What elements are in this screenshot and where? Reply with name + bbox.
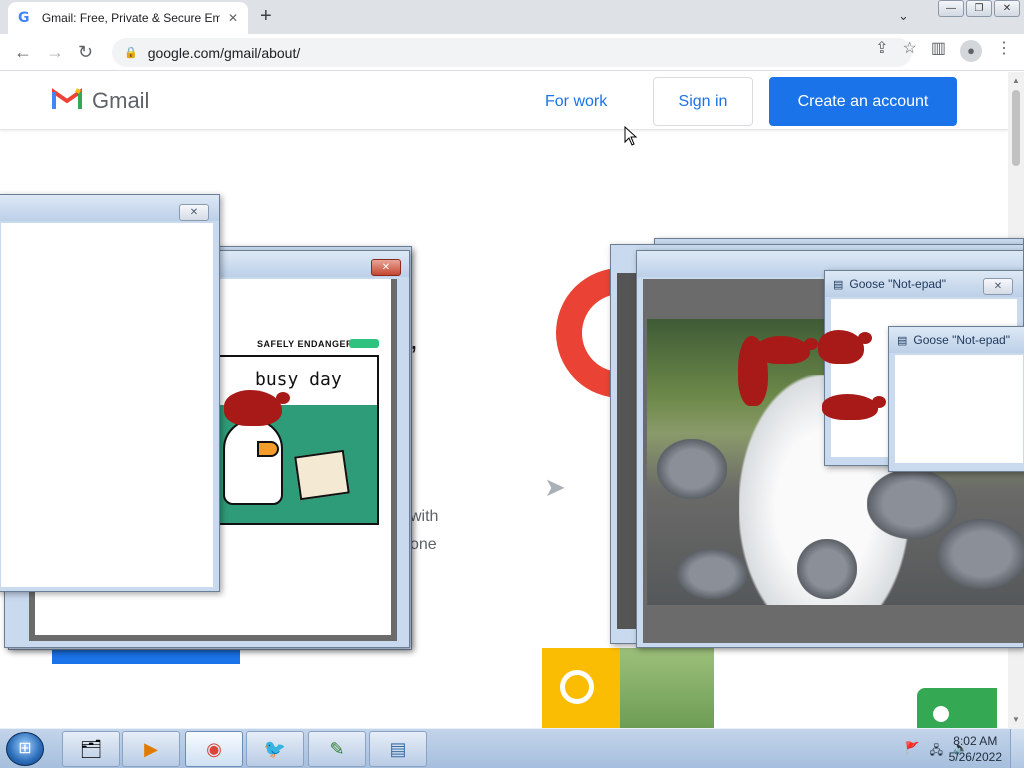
restore-button[interactable]: ❐ — [966, 0, 992, 17]
share-icon[interactable]: ⇪ — [875, 40, 888, 62]
start-button[interactable]: ⊞ — [6, 732, 44, 766]
photo-thumbnail — [620, 648, 714, 728]
forward-button[interactable]: → — [46, 42, 64, 62]
magnifier-icon — [560, 670, 594, 704]
network-icon[interactable]: 🖧 — [930, 741, 943, 762]
red-goose-sprite[interactable] — [756, 336, 818, 364]
blank-window-body — [1, 223, 213, 587]
sign-in-button[interactable]: Sign in — [653, 77, 753, 126]
comic-image: SAFELY ENDANGERED busy day — [211, 331, 383, 549]
gmail-m-logo-icon — [52, 88, 82, 109]
toolbar-icons: ⇪ ☆ ▥ ● ⋮ — [875, 40, 1012, 62]
show-desktop-button[interactable] — [1010, 729, 1024, 768]
red-goose-sprite[interactable] — [224, 390, 290, 426]
browser-tab[interactable]: G Gmail: Free, Private & Secure Em ✕ — [8, 2, 248, 34]
clock-time: 8:02 AM — [953, 734, 998, 748]
clock[interactable]: 8:02 AM 5/26/2022 — [949, 733, 1002, 765]
cartoon-paper — [294, 449, 350, 501]
google-favicon-icon: G — [18, 10, 30, 26]
search-card-graphic — [542, 648, 622, 728]
star-icon[interactable]: ☆ — [903, 40, 917, 62]
back-button[interactable]: ← — [14, 42, 32, 62]
notepad-window-1-close-button[interactable]: ✕ — [983, 278, 1013, 295]
taskbar-chrome-button[interactable]: ◉ — [185, 731, 243, 767]
blank-window[interactable]: ✕ — [0, 194, 220, 592]
notepad-icon: ▤ — [897, 334, 908, 347]
profile-icon[interactable]: ● — [960, 40, 982, 62]
send-icon: ➤ — [544, 472, 566, 502]
taskbar: ⊞ 🗂 ▶ ◉ 🐦 ✎ ▤ 🚩 🖧 🔊 8:02 AM 5/26/2022 — [0, 728, 1024, 768]
scroll-thumb[interactable] — [1012, 90, 1020, 166]
comic-window-close-button[interactable]: ✕ — [371, 259, 401, 276]
clock-date: 5/26/2022 — [948, 750, 1002, 764]
create-account-button[interactable]: Create an account — [769, 77, 957, 126]
comic-panel: busy day — [211, 355, 379, 525]
browser-toolbar: ← → ↻ 🔒 google.com/gmail/about/ ⇪ ☆ ▥ ● … — [0, 34, 1024, 71]
taskbar-notepad-chart-button[interactable]: ✎ — [308, 731, 366, 767]
tab-search-chevron-icon[interactable]: ⌄ — [898, 8, 909, 24]
lock-icon: 🔒 — [124, 47, 138, 59]
cartoon-goose — [223, 419, 283, 505]
blank-window-close-button[interactable]: ✕ — [179, 204, 209, 221]
taskbar-media-player-button[interactable]: ▶ — [122, 731, 180, 767]
for-work-link[interactable]: For work — [545, 93, 607, 111]
tab-bar: G Gmail: Free, Private & Secure Em ✕ + ⌄… — [0, 0, 1024, 34]
new-tab-button[interactable]: + — [260, 6, 272, 26]
scroll-down-icon[interactable]: ▼ — [1012, 715, 1020, 724]
gmail-header: Gmail For work Sign in Create an account — [0, 72, 1008, 130]
reload-button[interactable]: ↻ — [78, 42, 93, 62]
notepad-icon: ▤ — [833, 278, 844, 291]
hero-text-fragment-2: one — [410, 536, 437, 553]
minimize-button[interactable]: — — [938, 0, 964, 17]
notepad-window-2-body[interactable] — [895, 355, 1023, 463]
window-controls: — ❐ ✕ — [938, 0, 1020, 17]
mouse-cursor-icon — [624, 126, 638, 146]
tag-graphic — [917, 688, 997, 728]
sidebar-icon[interactable]: ▥ — [931, 40, 946, 62]
tab-title: Gmail: Free, Private & Secure Em — [41, 11, 220, 25]
notepad-window-2-title: Goose "Not-epad" — [913, 333, 1010, 347]
tab-close-icon[interactable]: ✕ — [228, 11, 238, 25]
comic-text: busy day — [255, 369, 342, 390]
menu-icon[interactable]: ⋮ — [996, 40, 1012, 62]
taskbar-notepad-button[interactable]: ▤ — [369, 731, 427, 767]
cta-button-partial[interactable] — [52, 648, 240, 664]
notepad-window-2-titlebar[interactable]: ▤ Goose "Not-epad" — [889, 327, 1024, 353]
url-text: google.com/gmail/about/ — [147, 44, 301, 61]
taskbar-explorer-button[interactable]: 🗂 — [62, 731, 120, 767]
hero-text-fragment-1: with — [410, 508, 439, 525]
notepad-window-1-title: Goose "Not-epad" — [849, 277, 946, 291]
gmail-logo-text: Gmail — [92, 88, 150, 113]
address-bar[interactable]: 🔒 google.com/gmail/about/ — [112, 38, 912, 67]
taskbar-goose-button[interactable]: 🐦 — [246, 731, 304, 767]
red-goose-sprite[interactable] — [818, 330, 872, 364]
scroll-up-icon[interactable]: ▲ — [1012, 76, 1020, 85]
red-goose-sprite[interactable] — [822, 394, 886, 420]
comic-badge — [349, 339, 379, 348]
close-window-button[interactable]: ✕ — [994, 0, 1020, 17]
notepad-window-2[interactable]: ▤ Goose "Not-epad" — [888, 326, 1024, 472]
action-center-flag-icon[interactable]: 🚩 — [905, 741, 920, 762]
